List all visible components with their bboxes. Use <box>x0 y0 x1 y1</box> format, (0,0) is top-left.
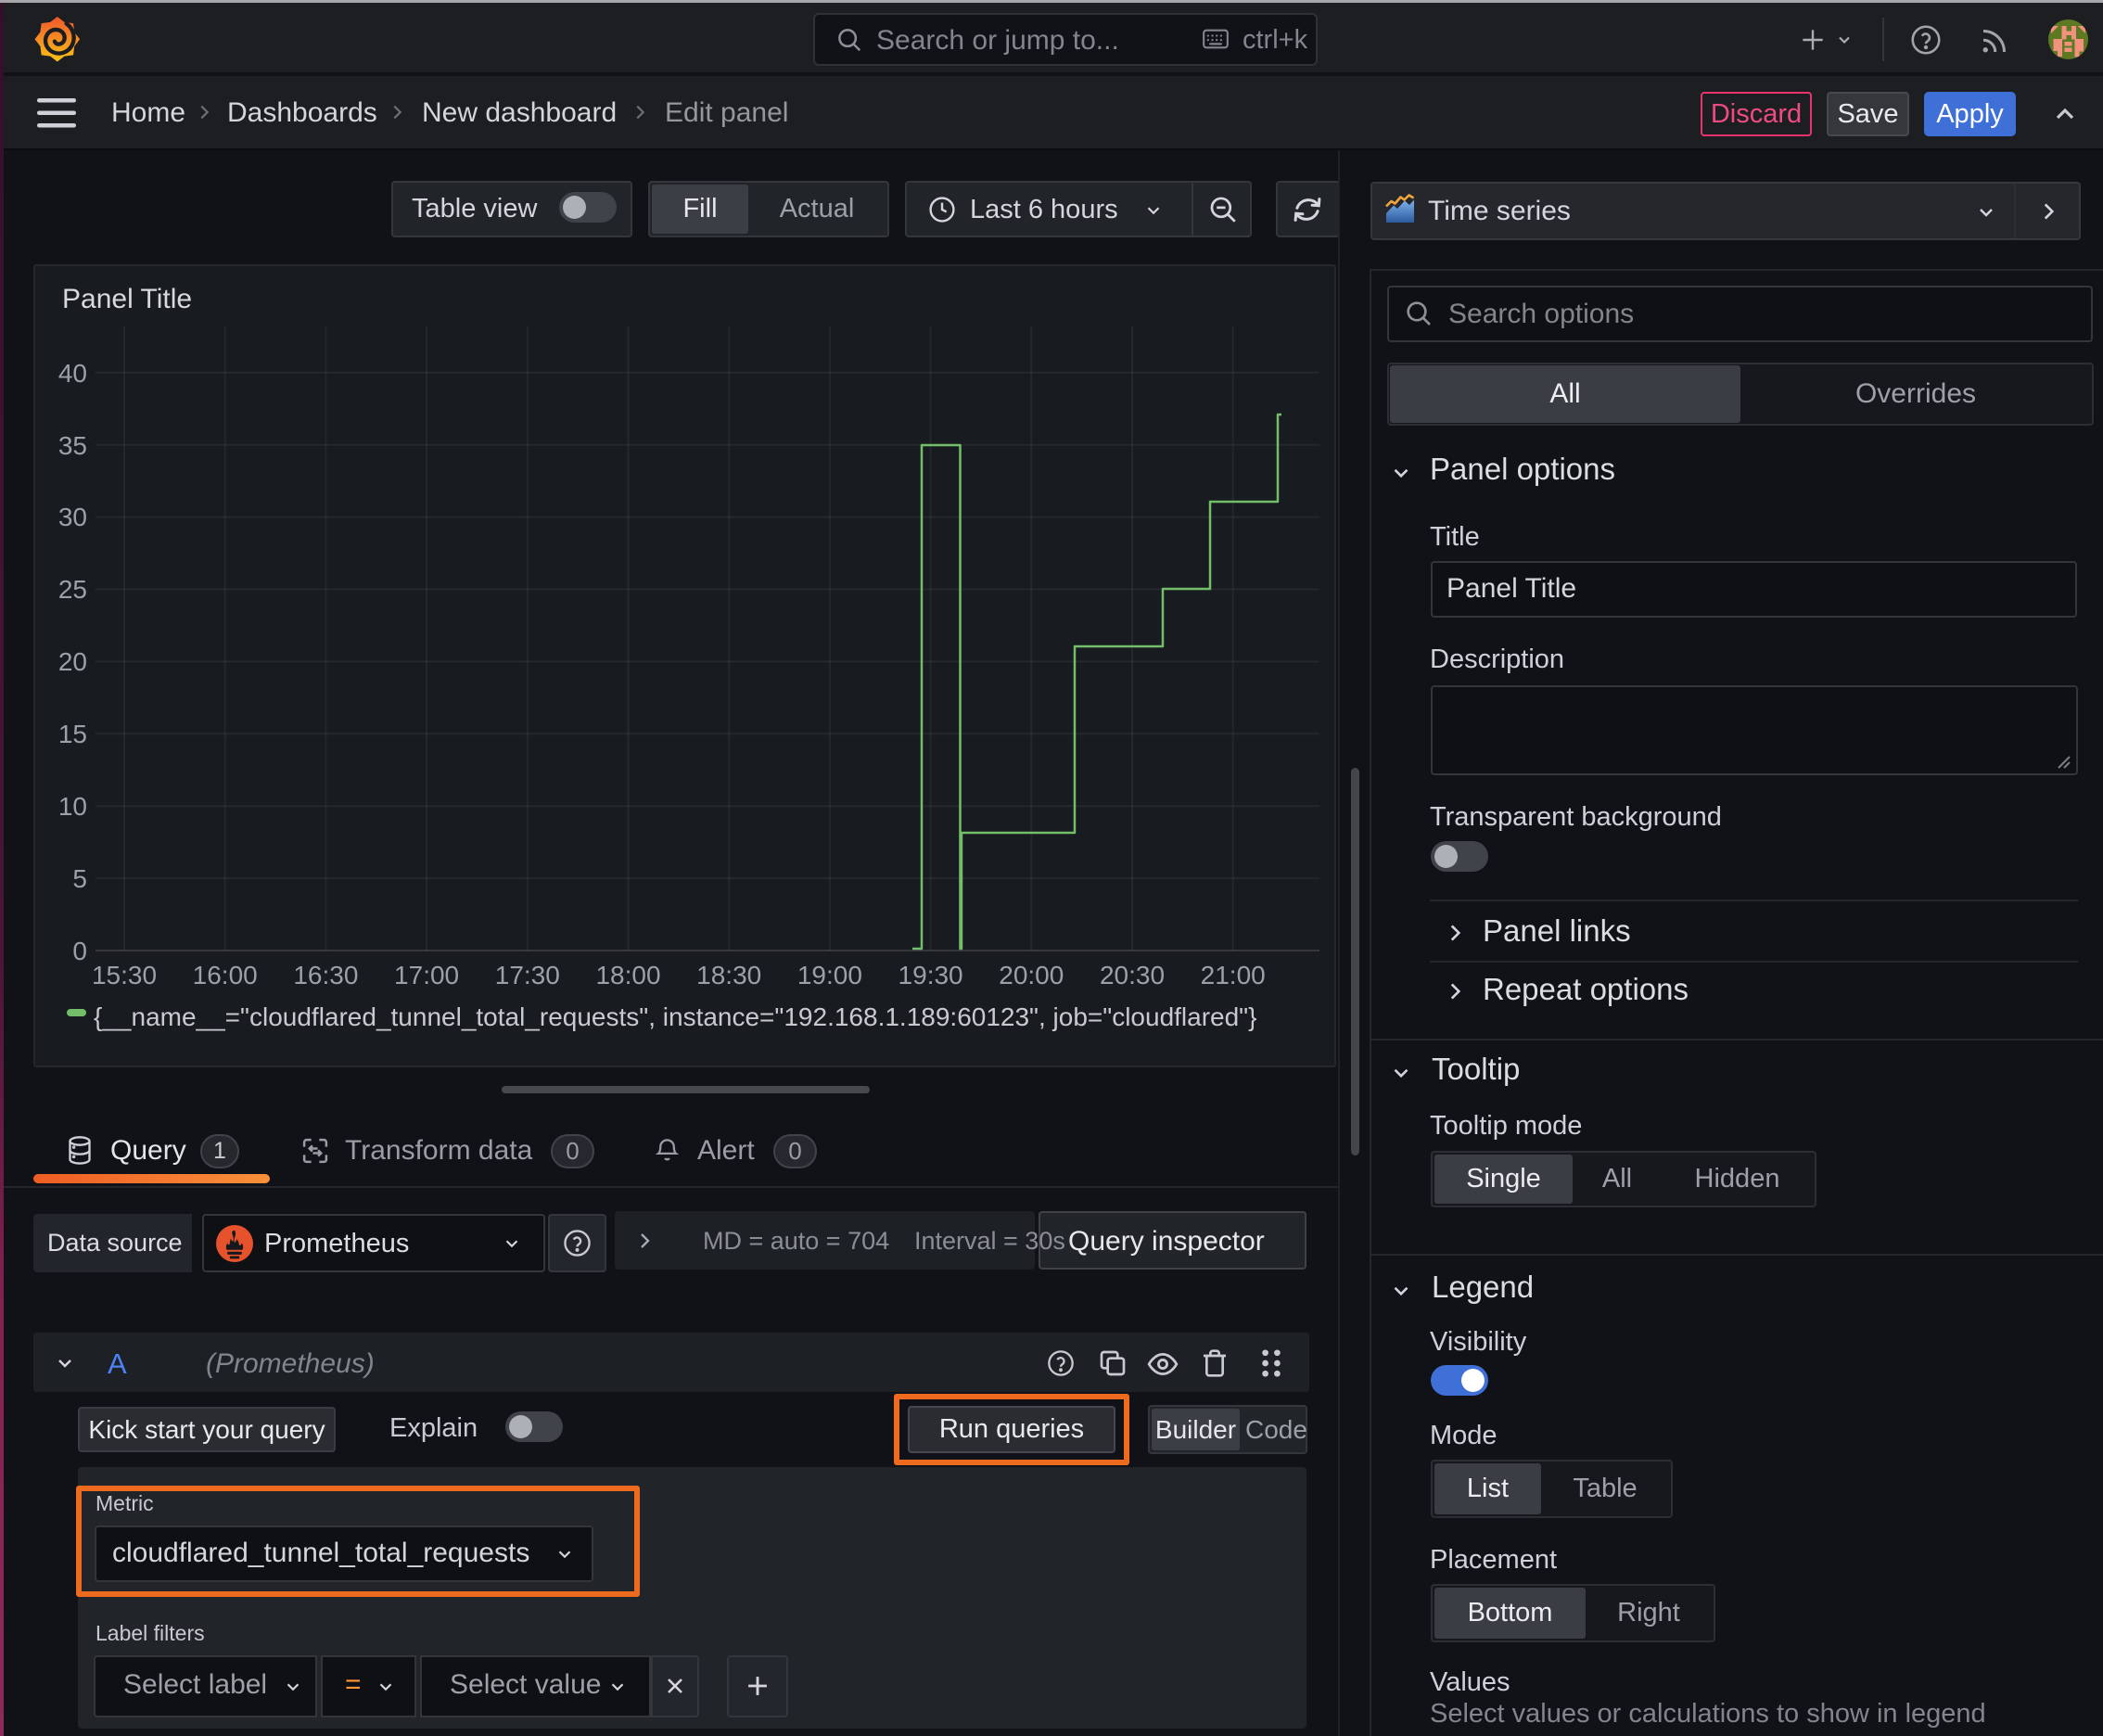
svg-text:{__name__="cloudflared_tunnel_: {__name__="cloudflared_tunnel_total_requ… <box>94 1002 1256 1031</box>
svg-text:20:00: 20:00 <box>999 961 1064 989</box>
svg-text:0: 0 <box>72 937 87 965</box>
svg-text:15:30: 15:30 <box>92 961 157 989</box>
svg-text:5: 5 <box>72 864 87 893</box>
svg-text:20:30: 20:30 <box>1100 961 1165 989</box>
svg-text:18:30: 18:30 <box>696 961 761 989</box>
svg-text:17:00: 17:00 <box>394 961 459 989</box>
svg-text:18:00: 18:00 <box>595 961 660 989</box>
svg-text:30: 30 <box>58 503 87 531</box>
svg-text:21:00: 21:00 <box>1201 961 1266 989</box>
svg-text:25: 25 <box>58 575 87 604</box>
svg-text:16:30: 16:30 <box>293 961 358 989</box>
svg-text:10: 10 <box>58 792 87 821</box>
svg-text:20: 20 <box>58 647 87 676</box>
svg-text:40: 40 <box>58 359 87 388</box>
svg-text:15: 15 <box>58 720 87 748</box>
svg-text:16:00: 16:00 <box>193 961 258 989</box>
svg-text:19:30: 19:30 <box>899 961 963 989</box>
svg-text:35: 35 <box>58 431 87 460</box>
svg-text:19:00: 19:00 <box>797 961 862 989</box>
svg-text:Panel Title: Panel Title <box>62 284 192 314</box>
svg-text:17:30: 17:30 <box>495 961 560 989</box>
